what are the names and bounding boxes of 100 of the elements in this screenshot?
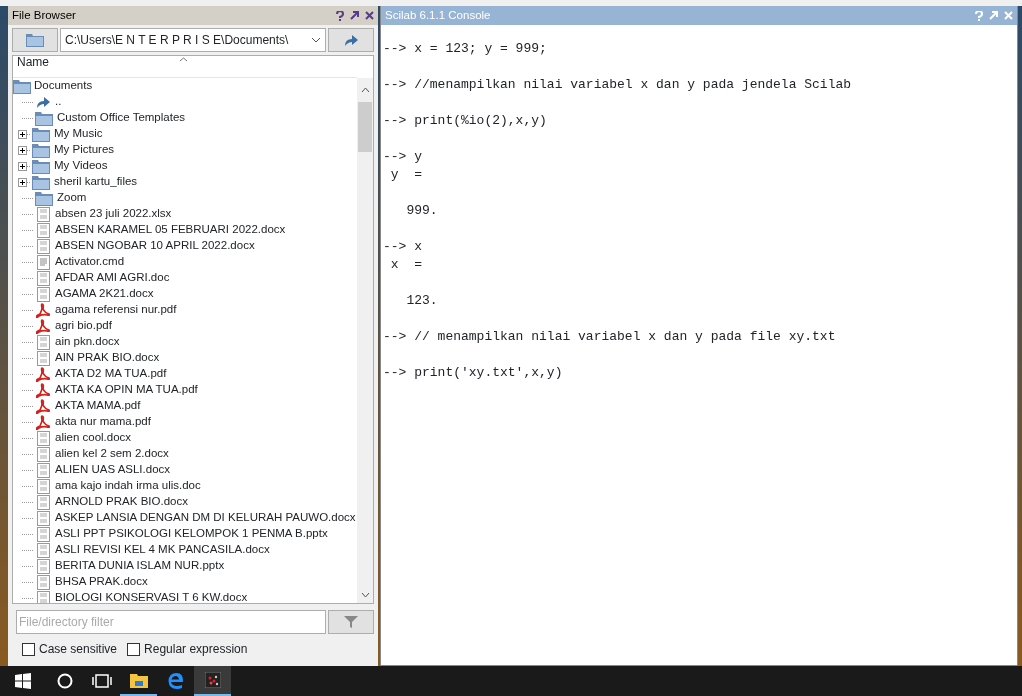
tree-item[interactable]: BERITA DUNIA ISLAM NUR.pptx [55,557,225,575]
binary-file-icon [36,350,50,366]
tree-item[interactable]: AGAMA 2K21.docx [55,285,154,303]
scrollbar[interactable] [357,78,373,603]
checkbox-label: Regular expression [144,641,248,658]
tree-item[interactable]: ain pkn.docx [55,333,120,351]
pdf-file-icon [36,366,50,382]
console-command: --> y [383,148,423,166]
tree-item[interactable]: Activator.cmd [55,253,125,271]
console-command: --> x [383,238,423,256]
funnel-icon [344,615,358,629]
expand-icon[interactable] [18,161,27,171]
tree-item[interactable]: .. [55,93,62,111]
tree-item[interactable]: ABSEN NGOBAR 10 APRIL 2022.docx [55,237,255,255]
tree-item[interactable]: ama kajo indah irma ulis.doc [55,477,201,495]
panel-title: File Browser [12,7,76,23]
tree-item[interactable]: AKTA MAMA.pdf [55,397,141,415]
binary-file-icon [36,526,50,542]
binary-file-icon [36,238,50,254]
tree-item[interactable]: agama referensi nur.pdf [55,301,177,319]
folder-icon [26,33,44,47]
tree-item[interactable]: ASKEP LANSIA DENGAN DM DI KELURAH PAUWO.docx [55,509,356,527]
console-command: --> //menampilkan nilai variabel x dan y pada jendela Scilab [383,76,853,94]
console-output: y = [389,166,423,184]
tree-item[interactable]: Documents [34,78,93,95]
folder-icon [32,126,50,142]
console-command: --> // menampilkan nilai variabel x dan y pada file xy.txt [383,328,837,346]
task-view-icon [91,674,112,688]
folder-icon [32,158,50,174]
folder-icon [13,78,31,94]
expand-icon[interactable] [18,145,27,155]
expand-icon[interactable] [18,129,27,139]
scilab-taskbar-icon[interactable] [194,666,231,696]
binary-file-icon [36,446,50,462]
tree-item[interactable]: Custom Office Templates [57,109,186,127]
console-output: x = [389,256,423,274]
binary-file-icon [36,462,50,478]
folder-icon [35,190,53,206]
windows-logo-icon [15,673,31,689]
pdf-file-icon [36,414,50,430]
browse-folder-button[interactable] [12,28,58,52]
binary-file-icon [36,206,50,222]
tree-item[interactable]: sheril kartu_files [54,173,138,191]
tree-item[interactable]: My Music [54,125,103,143]
binary-file-icon [36,270,50,286]
sort-indicator-icon [179,57,188,62]
tree-item[interactable]: BIOLOGI KONSERVASI T 6 KW.docx [55,589,248,603]
tree-item[interactable]: alien kel 2 sem 2.docx [55,445,169,463]
tree-item[interactable]: alien cool.docx [55,429,132,447]
console-command: --> print('xy.txt',x,y) [383,364,564,382]
tree-item[interactable]: AFDAR AMI AGRI.doc [55,269,170,287]
scrollbar-thumb[interactable] [358,102,372,152]
tree-item[interactable]: Zoom [57,189,87,207]
binary-file-icon [36,558,50,574]
parent-directory-button[interactable] [328,28,374,52]
tree-item[interactable]: ASLI PPT PSIKOLOGI KELOMPOK 1 PENMA B.pptx [55,525,328,543]
tree-item[interactable]: agri bio.pdf [55,317,112,335]
help-icon[interactable] [336,10,344,21]
path-combo[interactable]: C:\Users\E N T E R P R I S E\Documents\ [60,28,326,52]
filter-field[interactable]: File/directory filter [16,610,326,634]
binary-file-icon [36,494,50,510]
text-file-icon [36,254,50,270]
console-output: 999. [405,202,439,220]
folder-icon [35,110,53,126]
checkbox[interactable] [22,642,35,656]
filter-button[interactable] [328,610,374,634]
folder-icon [32,142,50,158]
tree-item[interactable]: AKTA KA OPIN MA TUA.pdf [55,381,198,399]
close-icon[interactable] [365,11,374,20]
checkbox[interactable] [127,642,141,656]
tree-item[interactable]: absen 23 juli 2022.xlsx [55,205,172,223]
parent-folder-icon [35,95,51,109]
tree-item[interactable]: akta nur mama.pdf [55,413,151,431]
pdf-file-icon [36,382,50,398]
binary-file-icon [36,334,50,350]
tree-item[interactable]: My Videos [54,157,108,175]
binary-file-icon [36,542,50,558]
binary-file-icon [36,286,50,302]
undock-icon[interactable] [350,11,359,20]
dropdown-caret-icon[interactable] [311,37,321,43]
column-header[interactable]: Name [13,56,357,78]
tree-item[interactable]: ALIEN UAS ASLI.docx [55,461,171,479]
pdf-file-icon [36,318,50,334]
binary-file-icon [36,478,50,494]
checkbox-label: Case sensitive [39,641,118,658]
binary-file-icon [36,430,50,446]
tree-item[interactable]: ARNOLD PRAK BIO.docx [55,493,188,511]
binary-file-icon [36,574,50,590]
expand-icon[interactable] [18,177,27,187]
circle-icon [56,673,73,689]
tree-item[interactable]: ASLI REVISI KEL 4 MK PANCASILA.docx [55,541,270,559]
tree-item[interactable]: AKTA D2 MA TUA.pdf [55,365,167,383]
pdf-file-icon [36,398,50,414]
console-output: 123. [405,292,439,310]
binary-file-icon [36,222,50,238]
tree-item[interactable]: ABSEN KARAMEL 05 FEBRUARI 2022.docx [55,221,286,239]
folder-icon [32,174,50,190]
tree-item[interactable]: My Pictures [54,141,115,159]
tree-item[interactable]: AIN PRAK BIO.docx [55,349,160,367]
tree-item[interactable]: BHSA PRAK.docx [55,573,148,591]
